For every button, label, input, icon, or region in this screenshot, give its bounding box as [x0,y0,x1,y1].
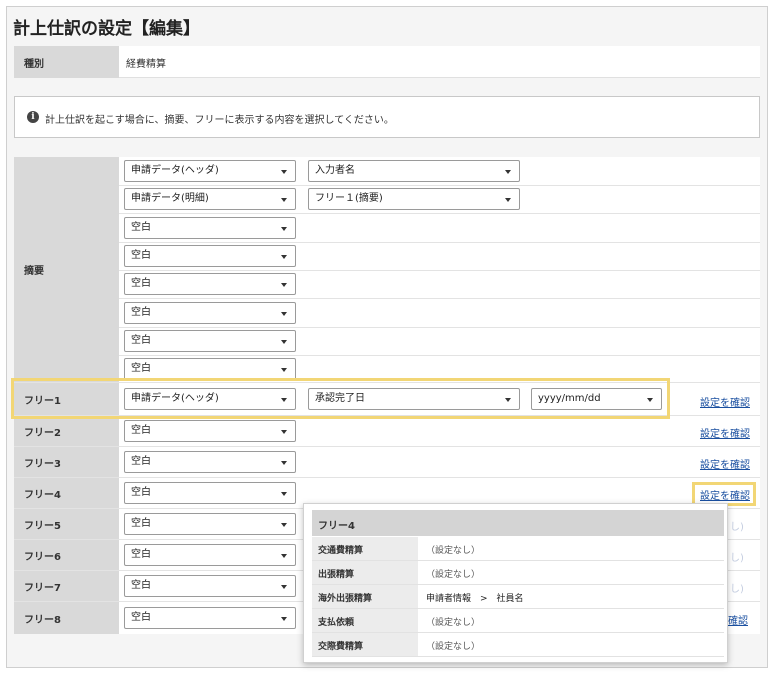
chevron-down-icon [281,430,287,434]
divider [119,327,760,328]
popup-row-label: 交際費精算 [312,633,418,656]
summary-select-4[interactable]: 空白 [124,245,296,267]
chevron-down-icon [281,554,287,558]
popup-row-value: （設定なし） [426,570,481,580]
popup-row-value: （設定なし） [426,618,481,628]
free8-label: フリー8 [14,602,119,634]
summary-select-3[interactable]: 空白 [124,217,296,239]
popup-row-value: （設定なし） [426,546,481,556]
popup-row: 交通費精算 （設定なし） [312,537,724,561]
divider [119,213,760,214]
free2-check-link[interactable]: 設定を確認 [700,425,750,440]
chevron-down-icon [281,227,287,231]
divider [14,477,760,478]
free7-label: フリー7 [14,571,119,601]
free7-select[interactable]: 空白 [124,575,296,597]
free6-select[interactable]: 空白 [124,544,296,566]
free8-select[interactable]: 空白 [124,607,296,629]
free5-check-link[interactable]: し) [730,518,744,533]
chevron-down-icon [647,398,653,402]
chevron-down-icon [505,198,511,202]
free1-select-field[interactable]: 承認完了日 [308,388,520,410]
chevron-down-icon [281,312,287,316]
free6-label: フリー6 [14,540,119,570]
divider [119,270,760,271]
popup-row: 出張精算 （設定なし） [312,561,724,585]
popup-row-label: 支払依頼 [312,609,418,632]
free1-select-source[interactable]: 申請データ(ヘッダ) [124,388,296,410]
popup-row: 支払依頼 （設定なし） [312,609,724,633]
free7-check-link[interactable]: し) [730,580,744,595]
summary-label: 摘要 [14,157,119,382]
free4-select[interactable]: 空白 [124,482,296,504]
divider [119,355,760,356]
free8-check-link[interactable]: 確認 [728,612,748,627]
summary-select-2b[interactable]: フリー１(摘要) [308,188,520,210]
chevron-down-icon [281,368,287,372]
popup-row: 交際費精算 （設定なし） [312,633,724,657]
free3-select[interactable]: 空白 [124,451,296,473]
summary-select-6[interactable]: 空白 [124,302,296,324]
kind-label: 種別 [14,46,119,78]
summary-select-1a[interactable]: 申請データ(ヘッダ) [124,160,296,182]
free3-label: フリー3 [14,447,119,477]
free5-select[interactable]: 空白 [124,513,296,535]
chevron-down-icon [281,340,287,344]
free3-check-link[interactable]: 設定を確認 [700,456,750,471]
chevron-down-icon [281,170,287,174]
kind-value: 経費精算 [126,59,166,70]
free4-check-link[interactable]: 設定を確認 [700,487,750,502]
popup-row-value: （設定なし） [426,642,481,652]
free2-select[interactable]: 空白 [124,420,296,442]
divider [119,185,760,186]
chevron-down-icon [281,461,287,465]
popup-row-label: 交通費精算 [312,537,418,560]
summary-select-7[interactable]: 空白 [124,330,296,352]
divider [14,382,760,383]
chevron-down-icon [281,255,287,259]
popup-row-label: 海外出張精算 [312,585,418,608]
page-title: 計上仕訳の設定【編集】 [13,19,200,39]
summary-select-5[interactable]: 空白 [124,273,296,295]
kind-row: 種別 経費精算 [14,46,760,78]
divider [14,415,760,416]
free2-label: フリー2 [14,416,119,446]
info-text: 計上仕訳を起こす場合に、摘要、フリーに表示する内容を選択してください。 [45,115,394,126]
popup-row-label: 出張精算 [312,561,418,584]
free5-label: フリー5 [14,509,119,539]
free1-check-link[interactable]: 設定を確認 [700,394,750,409]
chevron-down-icon [505,398,511,402]
divider [119,298,760,299]
free4-label: フリー4 [14,478,119,508]
popup-title: フリー4 [312,510,724,536]
free1-select-format[interactable]: yyyy/mm/dd [531,388,662,410]
chevron-down-icon [281,523,287,527]
chevron-down-icon [281,398,287,402]
summary-select-8[interactable]: 空白 [124,358,296,380]
summary-select-1b[interactable]: 入力者名 [308,160,520,182]
info-box: i 計上仕訳を起こす場合に、摘要、フリーに表示する内容を選択してください。 [14,96,760,138]
chevron-down-icon [505,170,511,174]
info-icon: i [27,111,39,123]
divider [119,242,760,243]
free4-settings-popup: フリー4 交通費精算 （設定なし） 出張精算 （設定なし） 海外出張精算 申請者… [303,503,728,663]
popup-row-value: 申請者情報 > 社員名 [426,594,524,604]
chevron-down-icon [281,617,287,621]
divider [14,446,760,447]
chevron-down-icon [281,585,287,589]
chevron-down-icon [281,283,287,287]
free1-label: フリー1 [14,383,119,415]
chevron-down-icon [281,492,287,496]
chevron-down-icon [281,198,287,202]
popup-row: 海外出張精算 申請者情報 > 社員名 [312,585,724,609]
free6-check-link[interactable]: し) [730,549,744,564]
summary-select-2a[interactable]: 申請データ(明細) [124,188,296,210]
